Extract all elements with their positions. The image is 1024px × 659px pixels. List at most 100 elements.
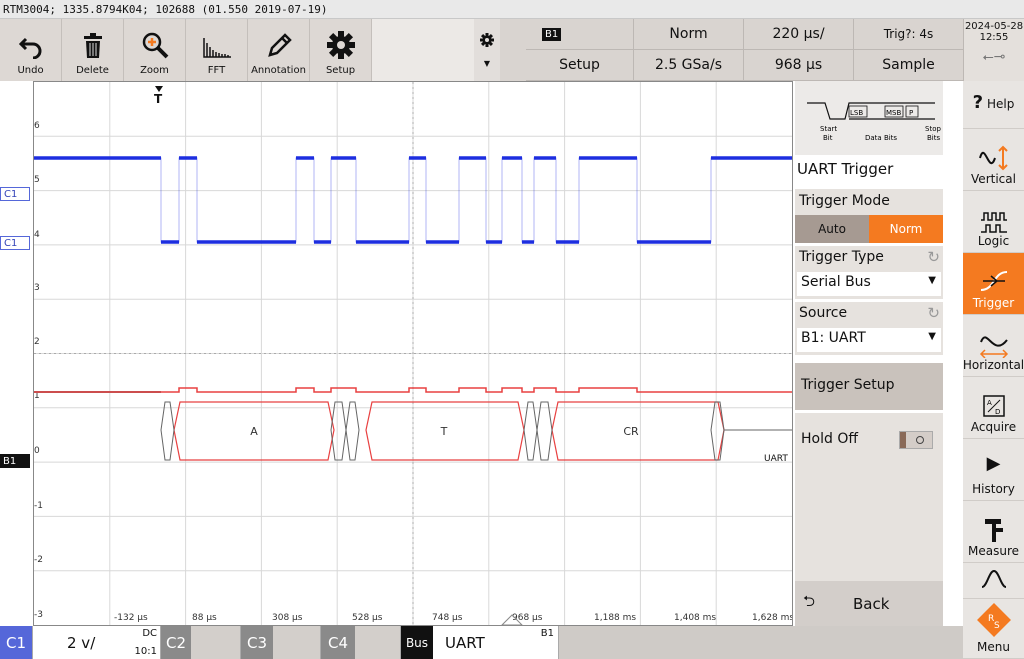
- svg-text:A: A: [987, 399, 992, 407]
- c1-button[interactable]: C1: [0, 626, 33, 659]
- x-tick-label: 308 µs: [272, 613, 303, 623]
- chevron-down-icon: ▼: [928, 331, 936, 342]
- source-select[interactable]: B1: UART ▼: [797, 328, 941, 352]
- waveform-svg: 6543210-1-2-3 -132 µs 88 µs 308 µs 528 µs 748…: [34, 82, 794, 626]
- trigger-status-display[interactable]: Trig?: 4s: [854, 19, 964, 50]
- norm-option[interactable]: Norm: [869, 215, 943, 243]
- zoom-button[interactable]: Zoom: [124, 19, 186, 81]
- trigger-label: Trigger: [972, 296, 1015, 310]
- main-menu-sidebar: ? Help Vertical Logic Trigger Horizontal…: [963, 81, 1024, 659]
- trigger-mode-display[interactable]: Norm: [634, 19, 744, 50]
- trigger-type-reset-icon[interactable]: ↻: [927, 248, 940, 266]
- trigger-type-value: Serial Bus: [801, 274, 871, 290]
- sidebar-vertical[interactable]: Vertical: [963, 129, 1024, 191]
- c4-label: C4: [321, 626, 355, 659]
- bus-button[interactable]: Bus UART B1: [401, 626, 559, 659]
- horizontal-icon: [979, 336, 1008, 358]
- play-icon: ▶: [986, 453, 1001, 474]
- x-tick-label: 1,408 ms: [674, 613, 716, 623]
- diagram-lsb: LSB: [850, 109, 863, 117]
- x-tick-label: 968 µs: [512, 613, 543, 623]
- vertical-label: Vertical: [971, 172, 1016, 186]
- bus-name-label: UART: [764, 454, 788, 464]
- toolbar-spacer: [372, 19, 474, 81]
- trigger-setup-button[interactable]: Trigger Setup: [795, 363, 943, 410]
- waveform-display[interactable]: 6 5 4 3 2 1 0 -1 -2 -3 -132 µs 88 µs 308 µs 528 µs 748…: [33, 81, 794, 626]
- timebase-text: 220 µs/: [772, 26, 825, 42]
- trigger-type-select[interactable]: Serial Bus ▼: [797, 272, 941, 296]
- undo-label: Undo: [17, 65, 44, 76]
- fft-button[interactable]: FFT: [186, 19, 248, 81]
- channel-marker-column: C1 C1 B1: [0, 81, 33, 626]
- diagram-data-bits: Data Bits: [865, 134, 897, 142]
- toolbar-settings-button[interactable]: ▼: [474, 19, 500, 81]
- sidebar-acquire[interactable]: A D Acquire: [963, 377, 1024, 439]
- panel-title: UART Trigger: [795, 157, 943, 183]
- bus-start-stop-bit: [523, 401, 538, 461]
- sidebar-measure[interactable]: Measure: [963, 501, 1024, 563]
- c1-offset-marker[interactable]: C1: [0, 236, 30, 250]
- timebase-display[interactable]: 220 µs/: [744, 19, 854, 50]
- c1-scale-value: 2 v/: [67, 633, 96, 652]
- vertical-icon: [978, 145, 1008, 171]
- bus-decoded-label: T: [440, 425, 448, 438]
- bus-label: Bus: [401, 626, 433, 659]
- hold-off-label: Hold Off: [801, 431, 858, 447]
- menu-button[interactable]: R S Menu: [963, 599, 1024, 659]
- channel-bar: C1 2 v/ DC 10:1 C2 C3 C4 Bus UART B1: [0, 626, 963, 659]
- horizontal-position-display[interactable]: 968 µs: [744, 50, 854, 81]
- x-tick-label: 1,628 ms: [752, 613, 792, 623]
- bus-id: B1: [540, 628, 554, 639]
- clock: 2024-05-28 12:55 ⭠⊸: [964, 19, 1024, 81]
- trigger-setup-label: Trigger Setup: [801, 377, 895, 393]
- setup-label: Setup: [325, 65, 356, 76]
- zoom-icon: [142, 32, 168, 59]
- diagram-start: Start: [820, 125, 837, 133]
- acq-mode-text: Sample: [882, 57, 935, 73]
- sidebar-trigger[interactable]: Trigger: [963, 253, 1024, 315]
- b1-offset-marker[interactable]: B1: [0, 454, 30, 468]
- trigger-type-label: Trigger Type: [799, 249, 884, 265]
- sidebar-waveform[interactable]: [963, 563, 1024, 599]
- y-tick-label: -3: [34, 610, 43, 620]
- source-reset-icon[interactable]: ↻: [927, 304, 940, 322]
- horizontal-label: Horizontal: [962, 358, 1024, 372]
- help-button[interactable]: ? Help: [963, 81, 1024, 129]
- x-tick-label: -132 µs: [114, 613, 148, 623]
- back-button[interactable]: ⮌ Back: [795, 581, 943, 626]
- trigger-type-group: Trigger Type ↻ Serial Bus ▼: [795, 246, 943, 299]
- setup-button[interactable]: Setup: [310, 19, 372, 81]
- c1-scale-display[interactable]: 2 v/ DC 10:1: [33, 626, 161, 659]
- sidebar-horizontal[interactable]: Horizontal: [963, 315, 1024, 377]
- acquisition-mode-display[interactable]: Sample: [854, 50, 964, 81]
- auto-label: Auto: [818, 222, 846, 236]
- help-label: Help: [986, 97, 1015, 111]
- annotation-label: Annotation: [251, 65, 306, 76]
- c2-label: C2: [161, 626, 191, 659]
- y-tick-label: 0: [34, 446, 40, 456]
- annotation-button[interactable]: Annotation: [248, 19, 310, 81]
- auto-option[interactable]: Auto: [795, 215, 869, 243]
- c1-trigger-level-marker[interactable]: C1: [0, 187, 30, 201]
- sample-rate-display[interactable]: 2.5 GSa/s: [634, 50, 744, 81]
- x-tick-label: 748 µs: [432, 613, 463, 623]
- position-text: 968 µs: [774, 57, 823, 73]
- hold-off-toggle[interactable]: [899, 431, 933, 449]
- bus-setup-label: Setup: [559, 57, 600, 73]
- bus-indicator[interactable]: B1: [526, 19, 634, 50]
- trigger-mode-label: Trigger Mode: [795, 189, 943, 215]
- undo-button[interactable]: Undo: [0, 19, 62, 81]
- diagram-stop-bits: Bits: [927, 134, 940, 142]
- c1-trigger-label: C1: [4, 188, 18, 200]
- trigger-mode-text: Norm: [669, 26, 708, 42]
- bus-setup-button[interactable]: Setup: [526, 50, 634, 81]
- c4-button[interactable]: C4: [321, 626, 401, 659]
- sidebar-history[interactable]: ▶ History: [963, 439, 1024, 501]
- c2-button[interactable]: C2: [161, 626, 241, 659]
- c3-button[interactable]: C3: [241, 626, 321, 659]
- delete-button[interactable]: Delete: [62, 19, 124, 81]
- sidebar-logic[interactable]: Logic: [963, 191, 1024, 253]
- measure-label: Measure: [968, 544, 1019, 558]
- b1-marker-label: B1: [3, 455, 17, 467]
- uart-frame-svg: LSB MSB P Start Bit Data Bits Stop Bits: [807, 102, 941, 142]
